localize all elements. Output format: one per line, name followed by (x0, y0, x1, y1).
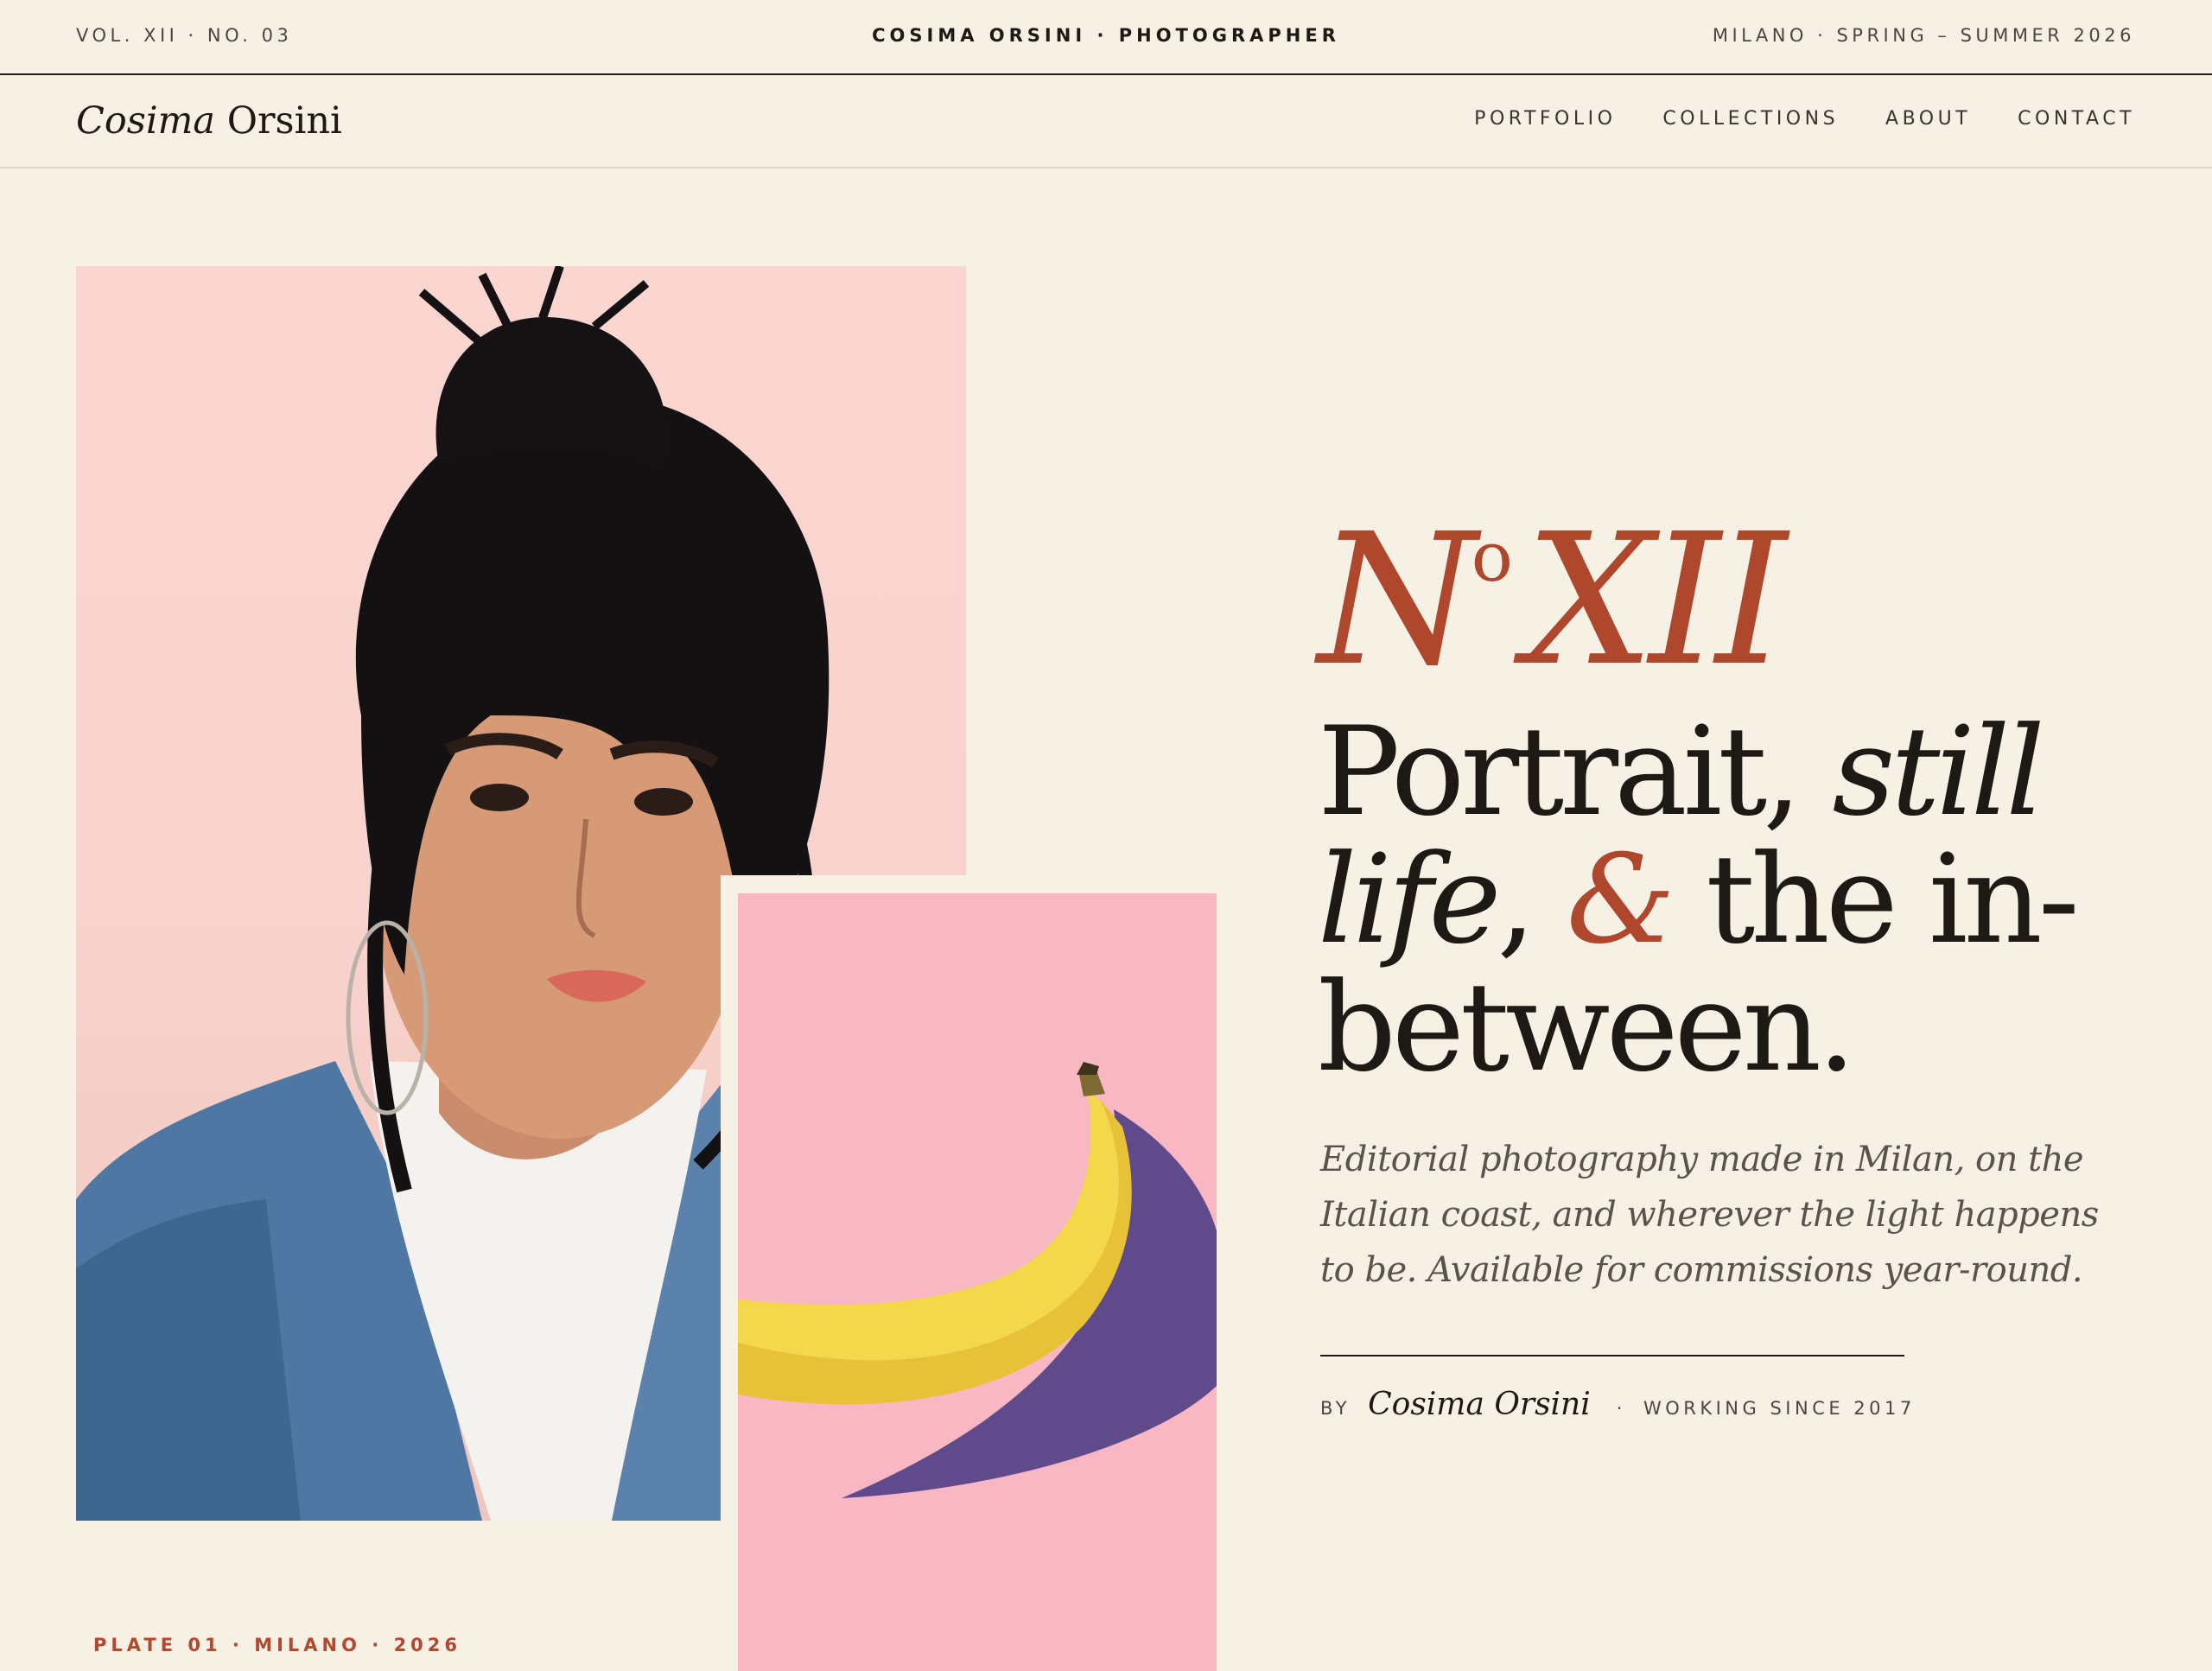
nav-portfolio[interactable]: PORTFOLIO (1474, 108, 1616, 130)
brand-first-name: Cosima (76, 99, 216, 143)
nav-collections[interactable]: COLLECTIONS (1662, 108, 1839, 130)
brand-logo[interactable]: Cosima Orsini (76, 99, 342, 143)
divider (1320, 1355, 1904, 1356)
byline: BY Cosima Orsini · WORKING SINCE 2017 (1320, 1387, 1916, 1422)
byline-by: BY (1320, 1398, 1351, 1419)
banana-illustration (738, 1062, 1217, 1498)
hero-lede: Editorial photography made in Milan, on … (1320, 1140, 2099, 1290)
headline-comma: , (1497, 829, 1567, 971)
season-label: MILANO · SPRING – SUMMER 2026 (1712, 25, 2135, 46)
nav-about[interactable]: ABOUT (1885, 108, 1971, 130)
issue-degree: o (1471, 517, 1513, 597)
top-bar: VOL. XII · NO. 03 COSIMA ORSINI · PHOTOG… (0, 0, 2212, 75)
headline-ampersand: & (1566, 829, 1675, 971)
byline-separator: · (1616, 1398, 1626, 1419)
nav-contact[interactable]: CONTACT (2018, 108, 2135, 130)
headline-part1: Portrait, (1318, 701, 1833, 843)
issue-roman: XII (1524, 494, 1787, 706)
byline-since: WORKING SINCE 2017 (1643, 1398, 1916, 1419)
brand-last-name: Orsini (226, 99, 342, 143)
main-nav: PORTFOLIO COLLECTIONS ABOUT CONTACT (1474, 108, 2135, 130)
headline-part2: the in- (1671, 829, 2080, 971)
still-life-photo[interactable] (738, 893, 1217, 1671)
byline-author: Cosima Orsini (1368, 1387, 1591, 1422)
plate-caption: PLATE 01 · MILANO · 2026 (93, 1635, 462, 1655)
headline-life: life (1318, 829, 1501, 971)
issue-prefix: N (1318, 494, 1477, 706)
headline-part3: between. (1318, 956, 1856, 1099)
hero-headline: Portrait, still life, & the in- between. (1318, 708, 2147, 1092)
headline-still: still (1832, 701, 2045, 843)
issue-number: NoXII (1318, 510, 1787, 691)
navigation-bar: Cosima Orsini PORTFOLIO COLLECTIONS ABOU… (0, 77, 2212, 168)
